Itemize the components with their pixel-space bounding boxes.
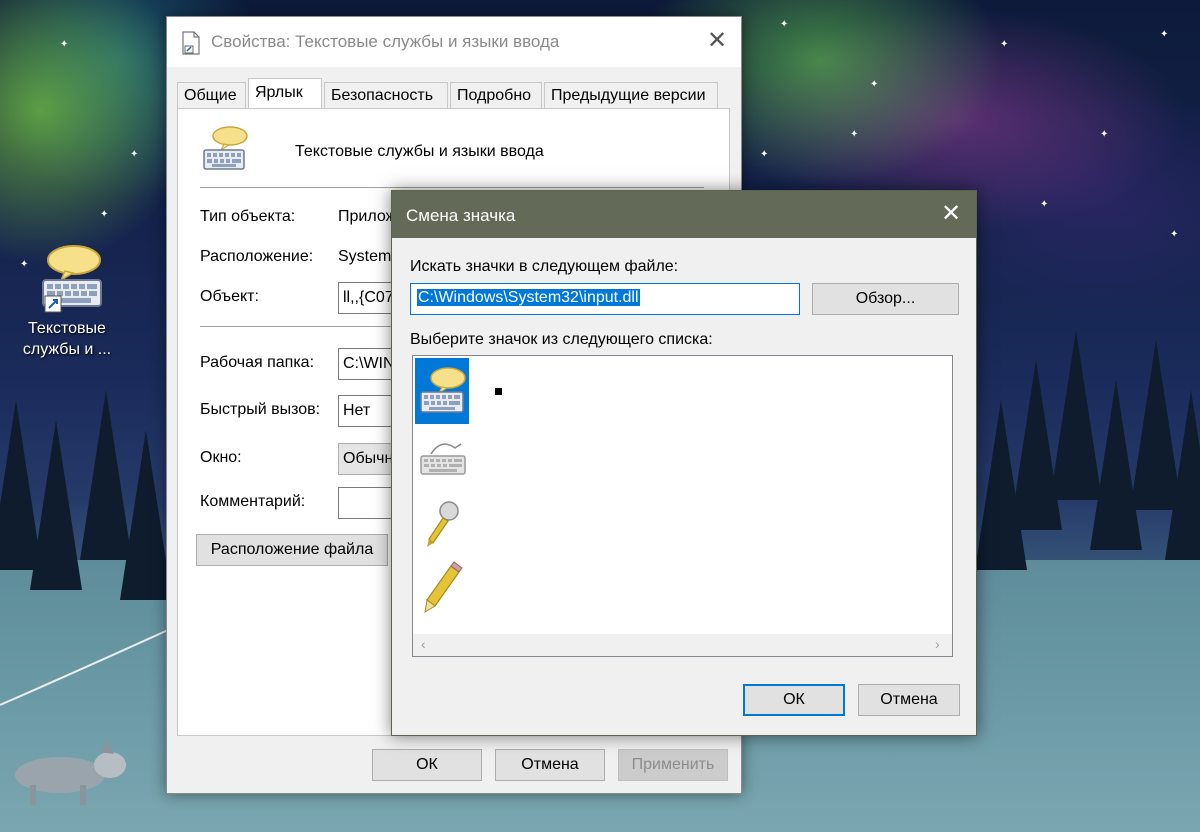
browse-button[interactable]: Обзор... [812,283,959,315]
icon-list[interactable]: ‹ › [412,355,953,657]
close-icon[interactable]: ✕ [941,202,961,226]
wallpaper-tree [30,420,82,590]
wallpaper-tree [1165,390,1200,560]
wallpaper-sled-line [0,629,169,706]
location-label: Расположение: [200,248,314,265]
wallpaper-star: ✦ [1000,39,1009,50]
wallpaper-star: ✦ [760,149,769,160]
wallpaper-star: ✦ [1100,129,1109,140]
wallpaper-star: ✦ [130,149,139,160]
app-name: Текстовые службы и языки ввода [295,143,544,160]
wallpaper-star: ✦ [1170,229,1179,240]
icon-list-label: Выберите значок из следующего списка: [410,331,713,348]
keyboard-speech-icon [420,367,466,413]
target-input[interactable]: ll,,{C07 [338,282,398,314]
properties-titlebar[interactable]: Свойства: Текстовые службы и языки ввода… [167,17,741,67]
apply-button[interactable]: Применить [618,749,728,781]
comment-label: Комментарий: [200,493,306,510]
icon-file-path-text: C:\Windows\System32\input.dll [417,289,640,306]
pencil-icon [424,561,463,613]
microphone-icon [427,501,459,547]
wallpaper-star: ✦ [1160,29,1169,40]
wallpaper-tree [120,430,172,600]
scroll-right-icon[interactable]: › [935,636,940,652]
change-icon-titlebar[interactable]: Смена значка ✕ [392,191,976,238]
scroll-left-icon[interactable]: ‹ [421,636,426,652]
change-icon-dialog: Смена значка ✕ Искать значки в следующем… [391,190,977,736]
start-in-input[interactable]: C:\WIN [338,348,398,380]
icon-option-keyboard-pen[interactable] [415,426,469,492]
tab-general[interactable]: Общие [177,82,246,108]
tab-shortcut[interactable]: Ярлык [248,78,322,109]
ok-button[interactable]: ОК [743,684,845,716]
focus-marker [495,388,502,395]
desktop-shortcut-label: Текстовые службы и ... [22,320,112,358]
wallpaper-star: ✦ [60,39,69,50]
icon-option-keyboard-speech[interactable] [415,358,469,424]
desktop-shortcut-text-services[interactable]: Текстовые службы и ... [14,244,120,360]
keyboard-speech-icon [203,126,248,170]
run-label: Окно: [200,449,242,466]
keyboard-speech-icon [42,245,102,313]
keyboard-pen-icon [420,443,466,475]
icon-list-scrollbar[interactable]: ‹ › [413,634,952,656]
icon-option-pencil[interactable] [415,554,469,620]
tab-details[interactable]: Подробно [450,82,542,108]
comment-input[interactable] [338,487,398,519]
shortcut-key-input[interactable]: Нет [338,395,398,427]
ok-button[interactable]: ОК [372,749,482,781]
run-select[interactable]: Обычн [338,443,398,475]
change-icon-title: Смена значка [406,206,516,225]
properties-title: Свойства: Текстовые службы и языки ввода [211,32,560,51]
tab-security[interactable]: Безопасность [324,82,448,108]
separator [200,187,704,188]
wallpaper-star: ✦ [100,209,109,220]
search-file-label: Искать значки в следующем файле: [410,258,679,275]
object-type-value: Прилож [338,208,397,225]
wallpaper-star: ✦ [780,19,789,30]
start-in-label: Рабочая папка: [200,354,315,371]
tab-previous-versions[interactable]: Предыдущие версии [544,82,718,108]
target-label: Объект: [200,288,259,305]
shortcut-key-label: Быстрый вызов: [200,401,321,418]
icon-file-path-input[interactable]: C:\Windows\System32\input.dll [410,283,800,315]
cancel-button[interactable]: Отмена [495,749,605,781]
cancel-button[interactable]: Отмена [858,684,960,716]
wallpaper-star: ✦ [1040,199,1049,210]
wallpaper-star: ✦ [850,129,859,140]
object-type-label: Тип объекта: [200,208,296,225]
open-file-location-button[interactable]: Расположение файла [196,534,388,566]
wallpaper-husky [15,740,126,805]
document-icon [182,31,200,55]
wallpaper-star: ✦ [870,79,879,90]
close-icon[interactable]: ✕ [707,29,727,53]
icon-option-microphone[interactable] [415,491,469,557]
